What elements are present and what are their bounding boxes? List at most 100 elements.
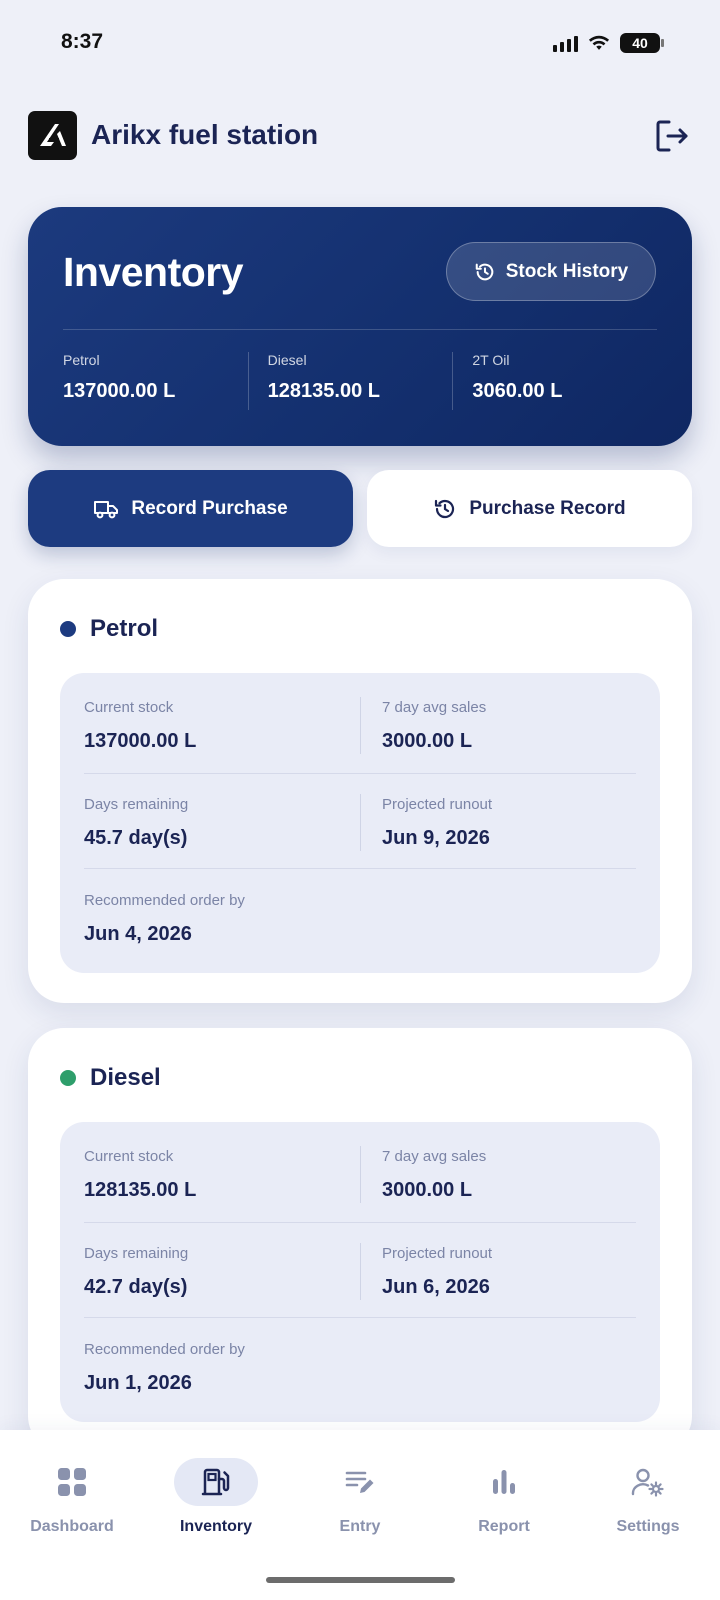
- fuel-card-header: Diesel: [60, 1064, 161, 1092]
- dashboard-icon: [58, 1468, 86, 1496]
- logout-icon[interactable]: [652, 116, 692, 156]
- summary-label: 2T Oil: [472, 352, 510, 368]
- divider: [84, 1317, 636, 1318]
- purchase-record-label: Purchase Record: [469, 497, 626, 519]
- summary-value: 3060.00 L: [472, 380, 563, 402]
- fuel-color-dot: [60, 621, 76, 637]
- avg-sales: 7 day avg sales 3000.00 L: [382, 1148, 486, 1202]
- divider: [360, 794, 361, 851]
- projected-runout: Projected runout Jun 9, 2026: [382, 796, 492, 850]
- diesel-card: Diesel Current stock 128135.00 L 7 day a…: [28, 1028, 692, 1452]
- bar-chart-icon: [493, 1470, 515, 1494]
- stock-history-label: Stock History: [505, 260, 629, 282]
- metric-value: Jun 6, 2026: [382, 1276, 490, 1298]
- signal-icon: [553, 34, 578, 52]
- metric-value: 45.7 day(s): [84, 827, 188, 849]
- user-settings-icon: [631, 1468, 664, 1497]
- status-bar: 8:37 40: [0, 0, 720, 90]
- metric-label: 7 day avg sales: [382, 1148, 487, 1165]
- fuel-metrics: Current stock 137000.00 L 7 day avg sale…: [60, 673, 660, 973]
- nav-inventory[interactable]: Inventory: [144, 1458, 288, 1536]
- stock-history-button[interactable]: Stock History: [446, 242, 656, 301]
- avg-sales: 7 day avg sales 3000.00 L: [382, 699, 486, 753]
- fuel-color-dot: [60, 1070, 76, 1086]
- status-icons: 40: [553, 33, 664, 53]
- summary-diesel: Diesel 128135.00 L: [247, 352, 453, 412]
- metric-value: Jun 9, 2026: [382, 827, 490, 849]
- metric-label: Current stock: [84, 699, 174, 716]
- petrol-card: Petrol Current stock 137000.00 L 7 day a…: [28, 579, 692, 1003]
- status-time: 8:37: [61, 30, 104, 53]
- nav-entry[interactable]: Entry: [288, 1458, 432, 1536]
- home-indicator[interactable]: [266, 1577, 455, 1583]
- nav-dashboard[interactable]: Dashboard: [0, 1458, 144, 1536]
- divider: [63, 329, 657, 330]
- edit-list-icon: [345, 1471, 374, 1493]
- metric-value: 3000.00 L: [382, 1179, 473, 1201]
- metric-value: 128135.00 L: [84, 1179, 197, 1201]
- app-title: Arikx fuel station: [91, 119, 319, 150]
- truck-icon: [94, 500, 119, 518]
- fuel-name: Diesel: [90, 1064, 161, 1091]
- battery-icon: 40: [620, 33, 664, 53]
- summary-value: 128135.00 L: [267, 380, 380, 402]
- nav-report[interactable]: Report: [432, 1458, 576, 1536]
- nav-icon-wrap: [30, 1458, 114, 1506]
- nav-label: Settings: [616, 1518, 680, 1535]
- summary-petrol: Petrol 137000.00 L: [63, 352, 248, 412]
- wifi-icon: [588, 35, 610, 50]
- history-icon: [475, 263, 494, 280]
- metric-label: Projected runout: [382, 796, 493, 813]
- summary-2t-oil: 2T Oil 3060.00 L: [452, 352, 657, 412]
- recommended-order: Recommended order by Jun 4, 2026: [84, 892, 245, 946]
- divider: [360, 697, 361, 754]
- metric-label: Recommended order by: [84, 1341, 245, 1358]
- fuel-card-header: Petrol: [60, 615, 158, 643]
- metric-label: Days remaining: [84, 1245, 189, 1262]
- divider: [84, 773, 636, 774]
- current-stock: Current stock 137000.00 L: [84, 699, 196, 753]
- metric-label: Recommended order by: [84, 892, 245, 909]
- metric-label: 7 day avg sales: [382, 699, 487, 716]
- nav-icon-wrap: [318, 1458, 402, 1506]
- metric-value: Jun 1, 2026: [84, 1372, 192, 1394]
- metric-label: Current stock: [84, 1148, 174, 1165]
- fuel-name: Petrol: [90, 615, 159, 642]
- nav-label: Entry: [339, 1518, 381, 1535]
- history-icon: [435, 499, 455, 518]
- app-header: Arikx fuel station: [28, 110, 692, 160]
- nav-icon-wrap: [462, 1458, 546, 1506]
- metric-label: Days remaining: [84, 796, 189, 813]
- record-purchase-button[interactable]: Record Purchase: [28, 470, 353, 547]
- metric-label: Projected runout: [382, 1245, 493, 1262]
- fuel-metrics: Current stock 128135.00 L 7 day avg sale…: [60, 1122, 660, 1422]
- divider: [84, 868, 636, 869]
- summary-label: Petrol: [63, 352, 100, 368]
- days-remaining: Days remaining 42.7 day(s): [84, 1245, 188, 1299]
- nav-icon-wrap: [174, 1458, 258, 1506]
- fuel-pump-icon: [201, 1468, 230, 1496]
- purchase-record-button[interactable]: Purchase Record: [367, 470, 692, 547]
- recommended-order: Recommended order by Jun 1, 2026: [84, 1341, 245, 1395]
- divider: [360, 1243, 361, 1300]
- nav-label: Report: [478, 1518, 530, 1535]
- page-title: Inventory: [63, 249, 244, 295]
- nav-label: Inventory: [179, 1518, 252, 1535]
- days-remaining: Days remaining 45.7 day(s): [84, 796, 188, 850]
- current-stock: Current stock 128135.00 L: [84, 1148, 196, 1202]
- bottom-nav: Dashboard Inventory Entry Report Setting…: [0, 1430, 720, 1600]
- nav-settings[interactable]: Settings: [576, 1458, 720, 1536]
- stock-summary: Petrol 137000.00 L Diesel 128135.00 L 2T…: [63, 352, 657, 412]
- metric-value: 137000.00 L: [84, 730, 197, 752]
- app-logo: [28, 110, 77, 160]
- divider: [360, 1146, 361, 1203]
- inventory-summary-card: Inventory Stock History Petrol 137000.00…: [28, 207, 692, 446]
- metric-value: 42.7 day(s): [84, 1276, 188, 1298]
- metric-value: 3000.00 L: [382, 730, 473, 752]
- nav-icon-wrap: [606, 1458, 690, 1506]
- summary-value: 137000.00 L: [63, 380, 176, 402]
- projected-runout: Projected runout Jun 6, 2026: [382, 1245, 492, 1299]
- nav-label: Dashboard: [30, 1518, 114, 1535]
- summary-label: Diesel: [267, 352, 307, 368]
- metric-value: Jun 4, 2026: [84, 923, 192, 945]
